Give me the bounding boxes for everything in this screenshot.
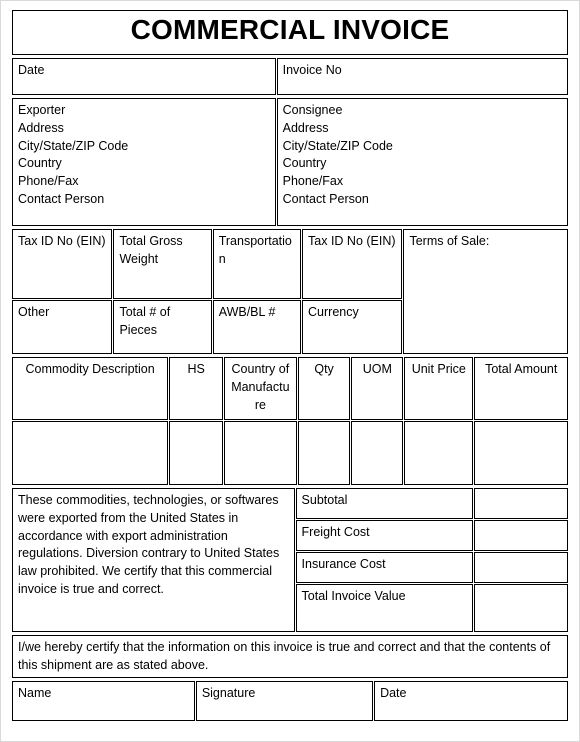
exporter-contact-person-label: Contact Person	[18, 191, 105, 206]
column-header-label: Commodity Description	[25, 362, 155, 376]
freight-cost-label: Freight Cost	[301, 525, 370, 539]
other-field[interactable]: Other	[12, 300, 113, 354]
shipment-details-block: Tax ID No (EIN) Total Gross Weight Trans…	[11, 228, 569, 355]
terms-of-sale-field[interactable]: Terms of Sale:	[403, 229, 568, 354]
signature-block: Name Signature Date	[11, 680, 569, 722]
column-header-unit-price: Unit Price	[404, 357, 474, 420]
date-label: Date	[18, 63, 45, 77]
consignee-address-label: Address	[282, 120, 329, 135]
cell-total-amount[interactable]	[474, 421, 568, 485]
exporter-heading: Exporter	[18, 103, 66, 117]
currency-field[interactable]: Currency	[302, 300, 403, 354]
insurance-cost-label-cell: Insurance Cost	[295, 552, 473, 583]
total-invoice-value-cell[interactable]	[473, 584, 568, 632]
invoice-no-field[interactable]: Invoice No	[276, 58, 568, 95]
commodity-table-header-row: Commodity Description HS Country of Manu…	[12, 357, 568, 420]
legal-statement-text: These commodities, technologies, or soft…	[18, 493, 280, 596]
title-block: COMMERCIAL INVOICE	[11, 9, 569, 56]
consignee-heading: Consignee	[282, 103, 343, 117]
insurance-cost-label: Insurance Cost	[301, 557, 386, 571]
cell-commodity-description[interactable]	[12, 421, 169, 485]
table-row	[12, 421, 568, 485]
consignee-country-label: Country	[282, 156, 327, 171]
column-header-label: UOM	[362, 362, 392, 376]
total-pieces-field[interactable]: Total # of Pieces	[113, 300, 212, 354]
consignee-field[interactable]: Consignee Address City/State/ZIP Code Co…	[276, 98, 568, 226]
consignee-phone-fax-label: Phone/Fax	[282, 174, 344, 188]
awb-bl-label: AWB/BL #	[218, 305, 276, 319]
column-header-label: Qty	[314, 362, 334, 376]
column-header-label: Country of Manufacture	[231, 362, 290, 412]
total-pieces-label: Total # of Pieces	[119, 305, 171, 337]
commodity-table: Commodity Description HS Country of Manu…	[11, 356, 569, 486]
insurance-cost-value-cell[interactable]	[473, 552, 568, 583]
column-header-country-of-manufacture: Country of Manufacture	[224, 357, 297, 420]
total-gross-weight-label: Total Gross Weight	[119, 234, 183, 266]
invoice-page: COMMERCIAL INVOICE Date Invoice No Expor…	[0, 0, 580, 742]
exporter-phone-fax-label: Phone/Fax	[18, 174, 79, 188]
exporter-field[interactable]: Exporter Address City/State/ZIP Code Cou…	[12, 98, 276, 226]
cell-qty[interactable]	[297, 421, 351, 485]
transportation-label: Transportation	[218, 234, 292, 266]
signature-label: Signature	[201, 686, 256, 700]
consignee-contact-person-label: Contact Person	[282, 191, 369, 206]
certification-block: I/we hereby certify that the information…	[11, 634, 569, 679]
column-header-qty: Qty	[297, 357, 351, 420]
consignee-city-state-zip-label: City/State/ZIP Code	[282, 138, 393, 153]
transportation-field[interactable]: Transportation	[212, 229, 302, 299]
other-label: Other	[18, 305, 50, 319]
invoice-no-label: Invoice No	[282, 63, 342, 77]
cell-uom[interactable]	[351, 421, 404, 485]
tax-id-consignee-field[interactable]: Tax ID No (EIN)	[302, 229, 403, 299]
cell-hs[interactable]	[169, 421, 224, 485]
date-invoice-block: Date Invoice No	[11, 57, 569, 96]
column-header-label: Total Amount	[485, 362, 558, 376]
total-gross-weight-field[interactable]: Total Gross Weight	[113, 229, 212, 299]
terms-of-sale-label: Terms of Sale:	[409, 234, 490, 248]
column-header-commodity-description: Commodity Description	[12, 357, 169, 420]
signature-date-field[interactable]: Date	[374, 681, 568, 721]
column-header-label: Unit Price	[411, 362, 466, 376]
signature-field[interactable]: Signature	[195, 681, 374, 721]
awb-bl-field[interactable]: AWB/BL #	[212, 300, 302, 354]
cell-unit-price[interactable]	[404, 421, 474, 485]
tax-id-consignee-label: Tax ID No (EIN)	[308, 234, 396, 248]
exporter-country-label: Country	[18, 156, 62, 171]
freight-cost-label-cell: Freight Cost	[295, 520, 473, 551]
total-invoice-value-label-cell: Total Invoice Value	[295, 584, 473, 632]
subtotal-label-cell: Subtotal	[295, 488, 473, 519]
signature-date-label: Date	[380, 686, 407, 700]
currency-label: Currency	[308, 305, 359, 319]
totals-block: These commodities, technologies, or soft…	[11, 487, 569, 633]
total-invoice-value-label: Total Invoice Value	[301, 589, 406, 603]
tax-id-exporter-label: Tax ID No (EIN)	[18, 234, 106, 248]
subtotal-value-cell[interactable]	[473, 488, 568, 519]
name-label: Name	[18, 686, 52, 700]
cell-country-of-manufacture[interactable]	[224, 421, 297, 485]
certification-statement: I/we hereby certify that the information…	[12, 635, 568, 678]
subtotal-label: Subtotal	[301, 493, 348, 507]
parties-block: Exporter Address City/State/ZIP Code Cou…	[11, 97, 569, 227]
exporter-address-label: Address	[18, 120, 64, 135]
certification-statement-text: I/we hereby certify that the information…	[18, 640, 551, 672]
title-cell: COMMERCIAL INVOICE	[12, 10, 568, 55]
column-header-hs: HS	[169, 357, 224, 420]
exporter-city-state-zip-label: City/State/ZIP Code	[18, 138, 129, 153]
export-legal-statement: These commodities, technologies, or soft…	[12, 488, 295, 632]
date-field[interactable]: Date	[12, 58, 276, 95]
page-title: COMMERCIAL INVOICE	[130, 14, 450, 45]
column-header-label: HS	[187, 362, 205, 376]
name-field[interactable]: Name	[12, 681, 195, 721]
tax-id-exporter-field[interactable]: Tax ID No (EIN)	[12, 229, 113, 299]
column-header-uom: UOM	[351, 357, 404, 420]
freight-cost-value-cell[interactable]	[473, 520, 568, 551]
column-header-total-amount: Total Amount	[474, 357, 568, 420]
